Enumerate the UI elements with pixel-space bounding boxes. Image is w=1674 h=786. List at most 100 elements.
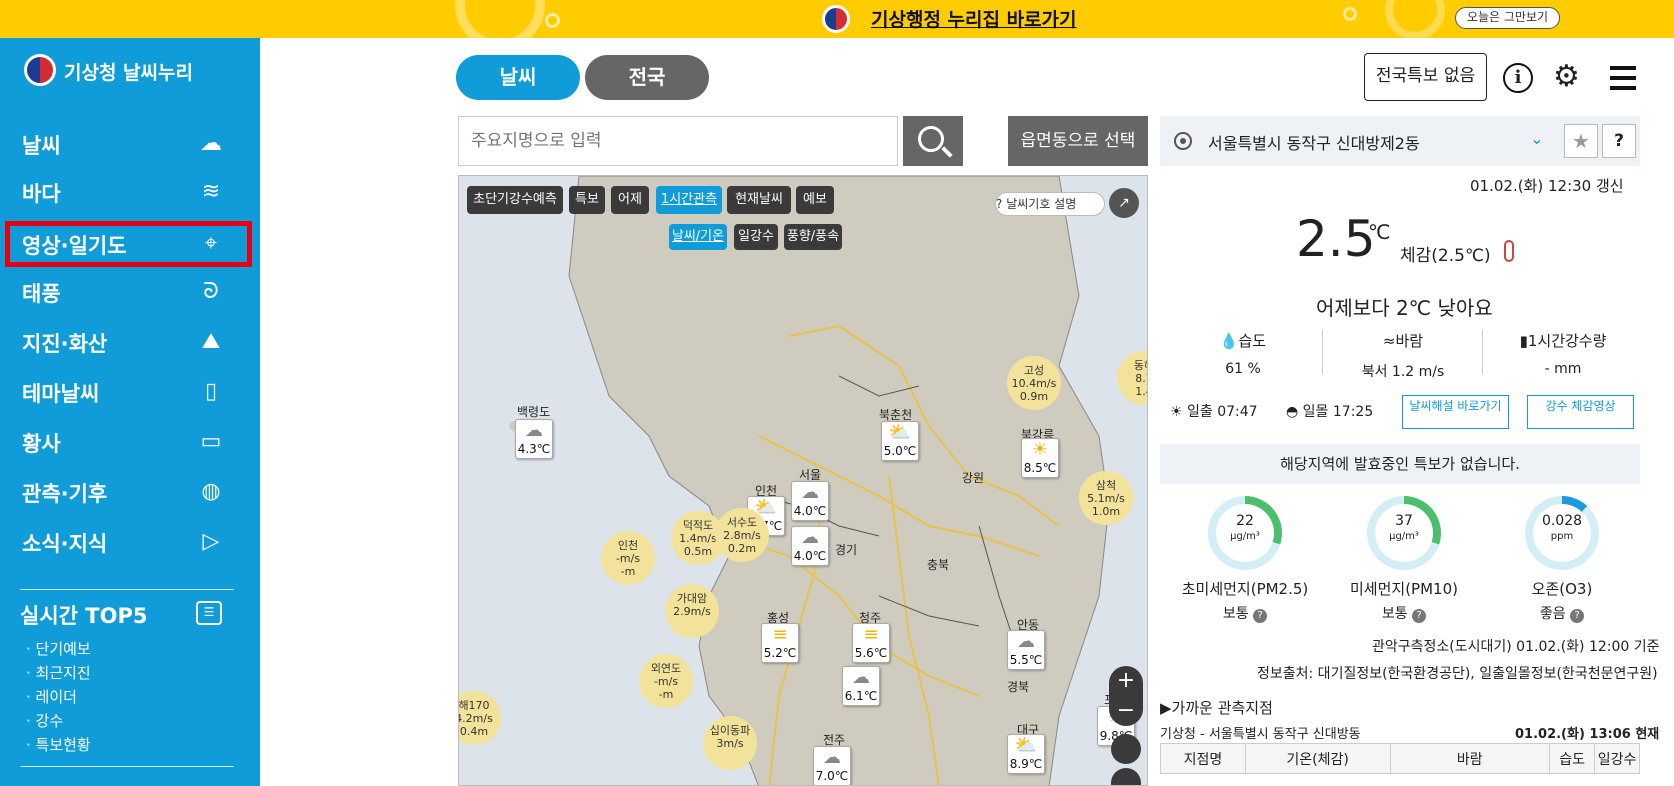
nav-item-earthquake[interactable]: 지진·화산 ⛰ bbox=[5, 319, 252, 365]
buoy-marker[interactable]: 서수도 2.8m/s 0.2m bbox=[715, 508, 769, 562]
aq-station-info: 관악구측정소(도시대기) 01.02.(화) 12:00 기준 bbox=[1372, 639, 1660, 655]
nav-item-theme[interactable]: 테마날씨 ▯ bbox=[5, 369, 252, 415]
col-header: 기온(체감) bbox=[1244, 743, 1391, 774]
ozone-status[interactable]: 좋음 ? bbox=[1487, 603, 1637, 623]
location-name[interactable]: 서울특별시 동작구 신대방제2동 bbox=[1208, 130, 1420, 154]
nav-item-sea[interactable]: 바다 ≋ bbox=[5, 169, 252, 215]
top5-title[interactable]: 실시간 TOP5 bbox=[20, 600, 147, 630]
zoom-in-icon[interactable]: + bbox=[1109, 666, 1143, 696]
buoy-marker[interactable]: 고성 10.4m/s 0.9m bbox=[1007, 356, 1061, 410]
nav-label: 태풍 bbox=[22, 282, 61, 306]
station-marker[interactable]: ≡ 5.6℃ bbox=[852, 623, 890, 663]
menu-icon[interactable] bbox=[1610, 66, 1636, 90]
nav-item-weather[interactable]: 날씨 ☁ bbox=[5, 121, 252, 167]
map-sub-weather-temp[interactable]: 날씨/기온 bbox=[669, 224, 727, 250]
zoom-out-icon[interactable]: − bbox=[1109, 696, 1143, 726]
video-icon: ▷ bbox=[202, 529, 220, 554]
nationwide-alert-button[interactable]: 전국특보 없음 bbox=[1364, 53, 1487, 101]
pm25-status[interactable]: 보통 ? bbox=[1170, 603, 1320, 623]
nav-item-imagery[interactable]: 영상·일기도 ⌖ bbox=[5, 221, 252, 267]
decor-circle bbox=[1343, 7, 1357, 21]
zoom-control[interactable]: + − bbox=[1109, 666, 1143, 726]
top5-item[interactable]: · 단기예보 bbox=[26, 638, 91, 659]
banner-link[interactable]: 기상행정 누리집 바로가기 bbox=[871, 5, 1077, 32]
station-marker[interactable]: ☀ 8.5℃ bbox=[1021, 438, 1059, 478]
rain-video-link[interactable]: 강수 체감영상 bbox=[1527, 395, 1634, 429]
weather-commentary-link[interactable]: 날씨해설 바로가기 bbox=[1402, 395, 1509, 429]
dismiss-today-button[interactable]: 오늘은 그만보기 bbox=[1455, 7, 1560, 29]
top5-item[interactable]: · 레이더 bbox=[26, 686, 77, 707]
col-header: 일강수 bbox=[1594, 743, 1640, 774]
buoy-marker[interactable]: 동해8.71.4 bbox=[1117, 351, 1147, 405]
top5-item[interactable]: · 최근지진 bbox=[26, 662, 91, 683]
station-marker[interactable]: ☁ 5.5℃ bbox=[1007, 630, 1045, 670]
symbol-legend-button[interactable]: ? 날씨기호 설명 bbox=[995, 192, 1105, 216]
col-header: 바람 bbox=[1389, 743, 1551, 774]
map-btn-forecast[interactable]: 예보 bbox=[796, 186, 834, 214]
sun-icon: ☀ bbox=[1031, 439, 1049, 460]
col-header: 습도 bbox=[1549, 743, 1596, 774]
external-link-icon[interactable]: ↗ bbox=[1109, 188, 1139, 218]
select-region-button[interactable]: 읍면동으로 선택 bbox=[1008, 116, 1148, 166]
question-icon[interactable]: ? bbox=[1412, 609, 1427, 623]
buoy-marker[interactable]: 인천 -m/s -m bbox=[601, 531, 655, 585]
map-btn-nowcast[interactable]: 초단기강수예측 bbox=[467, 186, 563, 214]
top5-item[interactable]: · 강수 bbox=[26, 710, 63, 731]
buoy-marker[interactable]: 외연도 -m/s -m bbox=[639, 654, 693, 708]
suitcase-icon: ▯ bbox=[204, 379, 218, 404]
nav-label: 테마날씨 bbox=[22, 382, 100, 406]
info-icon[interactable]: i bbox=[1503, 63, 1533, 93]
rain-stat: ▮1시간강수량 - mm bbox=[1519, 332, 1607, 377]
wind-stat: ≈바람 북서 1.2 m/s bbox=[1361, 332, 1445, 380]
station-marker[interactable]: ⛅ 5.0℃ bbox=[881, 421, 919, 461]
map-sub-daily-rain[interactable]: 일강수 bbox=[734, 224, 778, 250]
map-btn-warning[interactable]: 특보 bbox=[569, 186, 605, 214]
search-input[interactable] bbox=[458, 116, 898, 166]
sunrise-time: ☀ 일출 07:47 bbox=[1170, 404, 1258, 420]
weather-map[interactable]: 초단기강수예측 특보 어제 1시간관측 현재날씨 예보 날씨/기온 일강수 풍향… bbox=[458, 175, 1148, 786]
buoy-marker[interactable]: 삼척 5.1m/s 1.0m bbox=[1079, 471, 1133, 525]
station-marker[interactable]: ☁ 4.0℃ bbox=[791, 526, 829, 566]
favorite-star-icon[interactable]: ★ bbox=[1564, 124, 1598, 158]
nav-item-news[interactable]: 소식·지식 ▷ bbox=[5, 519, 252, 565]
search-button[interactable] bbox=[903, 116, 963, 166]
question-icon[interactable]: ? bbox=[1570, 609, 1585, 623]
map-btn-current[interactable]: 현재날씨 bbox=[727, 186, 791, 214]
pm10-status[interactable]: 보통 ? bbox=[1329, 603, 1479, 623]
chevron-down-icon[interactable]: ⌄ bbox=[1530, 129, 1543, 148]
station-marker[interactable]: ≡ 5.2℃ bbox=[761, 623, 799, 663]
map-sub-wind[interactable]: 풍향/풍속 bbox=[784, 224, 842, 250]
nav-item-observation[interactable]: 관측·기후 ◍ bbox=[5, 469, 252, 515]
sunset-icon: ◓ bbox=[1286, 404, 1299, 420]
nav-label: 소식·지식 bbox=[22, 532, 108, 556]
cloud-sun-icon: ☁ bbox=[200, 131, 222, 156]
cloud-icon: ☁ bbox=[801, 482, 819, 503]
map-btn-yesterday[interactable]: 어제 bbox=[611, 186, 649, 214]
tab-weather[interactable]: 날씨 bbox=[456, 55, 580, 100]
question-icon[interactable]: ? bbox=[1253, 609, 1268, 623]
decor-circle bbox=[545, 13, 560, 28]
humidity-stat: 💧습도 61 % bbox=[1219, 332, 1267, 377]
map-btn-hourly-obs[interactable]: 1시간관측 bbox=[656, 186, 722, 214]
station-marker[interactable]: ☁ 4.0℃ bbox=[791, 481, 829, 521]
station-marker[interactable]: ⛅ 8.9℃ bbox=[1007, 734, 1045, 774]
compare-yesterday: 어제보다 2℃ 낮아요 bbox=[1316, 296, 1493, 320]
buoy-marker[interactable]: 해170 4.2m/s 0.4m bbox=[459, 691, 501, 745]
site-brand[interactable]: 기상청 날씨누리 bbox=[64, 58, 193, 85]
help-icon[interactable]: ? bbox=[1602, 124, 1636, 158]
location-bar[interactable]: 서울특별시 동작구 신대방제2동 ⌄ ★ ? bbox=[1160, 116, 1640, 166]
tab-nation[interactable]: 전국 bbox=[585, 55, 709, 100]
gps-icon[interactable] bbox=[1174, 132, 1192, 150]
legend-label: 날씨기호 설명 bbox=[1006, 197, 1077, 211]
top5-item[interactable]: · 특보현황 bbox=[26, 734, 91, 755]
gear-icon[interactable]: ⚙ bbox=[1553, 60, 1580, 94]
divider bbox=[20, 766, 234, 767]
nav-item-typhoon[interactable]: 태풍 ᘐ bbox=[5, 269, 252, 315]
nav-item-dust[interactable]: 황사 ▭ bbox=[5, 419, 252, 465]
station-marker[interactable]: ☁ 4.3℃ bbox=[515, 419, 553, 459]
station-marker[interactable]: ☁ 6.1℃ bbox=[842, 666, 880, 706]
ruler-icon[interactable] bbox=[1111, 734, 1141, 764]
buoy-marker[interactable]: 십이동파 3m/s bbox=[703, 716, 757, 770]
station-marker[interactable]: ☁ 7.0℃ bbox=[813, 746, 851, 785]
buoy-marker[interactable]: 가대암 2.9m/s bbox=[665, 584, 719, 638]
